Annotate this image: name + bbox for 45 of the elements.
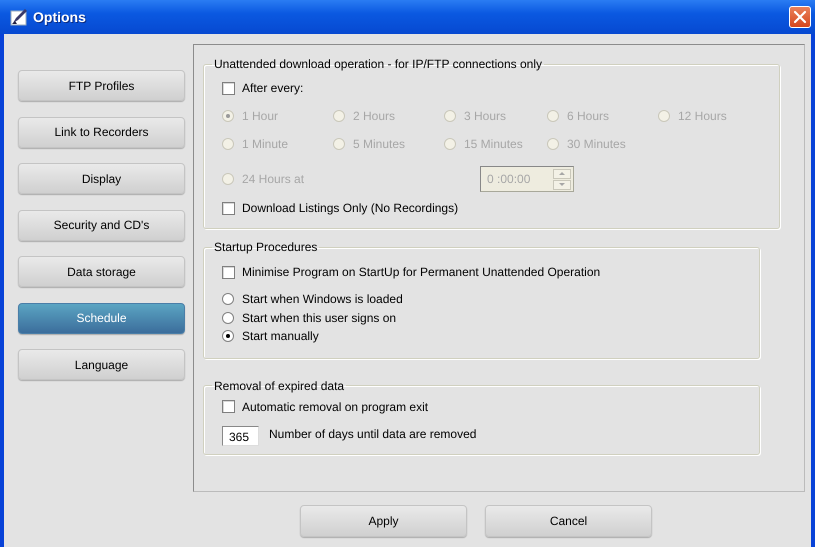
sidebar-button[interactable]: FTP Profiles (18, 70, 185, 101)
radio-button[interactable] (222, 312, 234, 324)
radio-label: 1 Minute (242, 137, 288, 151)
checkbox[interactable] (222, 82, 235, 94)
sidebar-button[interactable]: Security and CD's (18, 210, 185, 240)
radio-label: 30 Minutes (567, 137, 626, 151)
sidebar-button[interactable]: Display (18, 163, 185, 194)
spin-down-icon[interactable] (553, 180, 571, 190)
sidebar-button[interactable]: Data storage (18, 256, 185, 287)
checkbox-label: Minimise Program on StartUp for Permanent Unattended Operation (242, 265, 600, 279)
radio-label: 5 Minutes (353, 137, 406, 151)
window-title: Options (33, 9, 87, 25)
sidebar-button[interactable]: Schedule (18, 302, 185, 334)
group-title: Startup Procedures (213, 240, 318, 254)
cancel-button[interactable]: Cancel (485, 505, 652, 537)
radio-label: Start when this user signs on (242, 310, 396, 325)
checkbox[interactable] (222, 266, 235, 278)
group-title: Unattended download operation - for IP/FTP connections only (213, 57, 543, 71)
close-icon (793, 10, 807, 24)
close-button[interactable] (789, 6, 811, 28)
time-value: 0 :00:00 (487, 172, 532, 186)
days-field[interactable]: 365 (222, 426, 259, 446)
sidebar-button[interactable]: Language (18, 349, 185, 380)
checkbox-label: After every: (242, 81, 304, 95)
sidebar-button[interactable]: Link to Recorders (18, 116, 185, 148)
days-label: Number of days until data are removed (269, 426, 476, 440)
radio-label: 3 Hours (464, 109, 506, 123)
radio-button[interactable] (222, 293, 234, 306)
radio-label: 12 Hours (678, 109, 727, 123)
checkbox[interactable] (222, 400, 235, 413)
radio-label: 24 Hours at (242, 172, 304, 186)
radio-label: 15 Minutes (464, 137, 523, 151)
radio-button[interactable] (222, 330, 234, 342)
radio-label: Start when Windows is loaded (242, 292, 403, 306)
radio-label: Start manually (242, 329, 319, 344)
checkbox-label: Download Listings Only (No Recordings) (242, 201, 458, 215)
checkbox-label: Automatic removal on program exit (242, 400, 428, 414)
radio-label: 2 Hours (353, 109, 396, 123)
radio-label: 1 Hour (242, 109, 278, 123)
spin-up-icon[interactable] (553, 168, 571, 178)
group-title: Removal of expired data (213, 378, 346, 392)
checkbox[interactable] (222, 202, 235, 214)
apply-button[interactable]: Apply (300, 505, 467, 537)
radio-label: 6 Hours (567, 109, 610, 123)
pen-icon (10, 8, 28, 26)
